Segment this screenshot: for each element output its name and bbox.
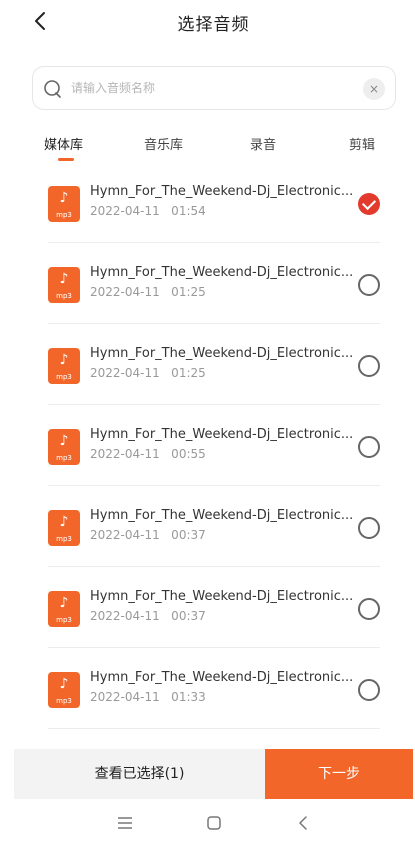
select-radio[interactable] (358, 274, 380, 296)
mp3-file-icon: ♪ mp3 (48, 672, 80, 708)
audio-name: Hymn_For_The_Weekend-Dj_Electronic... (90, 589, 354, 604)
audio-list-item[interactable]: ♪ mp3 Hymn_For_The_Weekend-Dj_Electronic.… (48, 486, 380, 567)
search-icon (44, 80, 61, 98)
back-chevron-icon[interactable] (293, 812, 315, 834)
selected-check-icon[interactable] (358, 193, 380, 215)
audio-date: 2022-04-11 01:25 (90, 285, 206, 299)
active-tab-indicator (58, 158, 74, 161)
search-bar: × (32, 66, 396, 110)
audio-list-item[interactable]: ♪ mp3 Hymn_For_The_Weekend-Dj_Electronic.… (48, 243, 380, 324)
audio-date: 2022-04-11 00:55 (90, 447, 206, 461)
next-step-button[interactable]: 下一步 (265, 749, 413, 799)
select-radio[interactable] (358, 355, 380, 377)
select-radio[interactable] (358, 436, 380, 458)
audio-name: Hymn_For_The_Weekend-Dj_Electronic... (90, 265, 354, 280)
home-square-icon[interactable] (203, 812, 225, 834)
mp3-file-icon: ♪ mp3 (48, 267, 80, 303)
audio-date: 2022-04-11 01:54 (90, 204, 206, 218)
select-radio[interactable] (358, 517, 380, 539)
system-navigation-bar (14, 800, 413, 845)
mp3-file-icon: ♪ mp3 (48, 429, 80, 465)
clear-search-button[interactable]: × (363, 78, 385, 100)
header: 选择音频 (14, 0, 413, 44)
mp3-file-icon: ♪ mp3 (48, 348, 80, 384)
audio-name: Hymn_For_The_Weekend-Dj_Electronic... (90, 427, 354, 442)
select-radio[interactable] (358, 598, 380, 620)
bottom-action-bar: 查看已选择(1) 下一步 (14, 749, 413, 799)
app-frame: 选择音频 × 媒体库 音乐库 录音 剪辑 ♪mp3 Hymn_For_The_W… (14, 0, 413, 845)
tab-recordings[interactable]: 录音 (250, 134, 276, 153)
mp3-file-icon: ♪ mp3 (48, 591, 80, 627)
audio-date: 2022-04-11 00:37 (90, 609, 206, 623)
audio-name: Hymn_For_The_Weekend-Dj_Electronic... (90, 670, 354, 685)
audio-date: 2022-04-11 01:33 (90, 690, 206, 704)
view-selected-button[interactable]: 查看已选择(1) (14, 749, 265, 799)
audio-list-item[interactable]: ♪ mp3 Hymn_For_The_Weekend-Dj_Electronic.… (48, 405, 380, 486)
audio-name: Hymn_For_The_Weekend-Dj_Electronic... (90, 346, 354, 361)
audio-list-item[interactable]: ♪ mp3 Hymn_For_The_Weekend-Dj_Electronic.… (48, 567, 380, 648)
audio-list: ♪ mp3 Hymn_For_The_Weekend-Dj_Electronic.… (48, 162, 380, 729)
audio-list-item[interactable]: ♪ mp3 Hymn_For_The_Weekend-Dj_Electronic.… (48, 648, 380, 729)
category-tabs: 媒体库 音乐库 录音 剪辑 (14, 130, 413, 166)
audio-name: Hymn_For_The_Weekend-Dj_Electronic... (90, 508, 354, 523)
audio-name: Hymn_For_The_Weekend-Dj_Electronic... (90, 184, 354, 199)
menu-icon[interactable] (114, 812, 136, 834)
page-title: 选择音频 (177, 15, 250, 35)
tab-clips[interactable]: 剪辑 (349, 134, 375, 153)
audio-list-item[interactable]: ♪ mp3 Hymn_For_The_Weekend-Dj_Electronic.… (48, 324, 380, 405)
select-radio[interactable] (358, 679, 380, 701)
audio-date: 2022-04-11 01:25 (90, 366, 206, 380)
mp3-file-icon: ♪ mp3 (48, 510, 80, 546)
tab-music-library[interactable]: 音乐库 (144, 134, 183, 153)
search-input[interactable] (71, 75, 351, 101)
audio-list-item[interactable]: ♪ mp3 Hymn_For_The_Weekend-Dj_Electronic.… (48, 162, 380, 243)
tab-media-library[interactable]: 媒体库 (44, 134, 83, 153)
mp3-file-icon: ♪ mp3 (48, 186, 80, 222)
audio-date: 2022-04-11 00:37 (90, 528, 206, 542)
